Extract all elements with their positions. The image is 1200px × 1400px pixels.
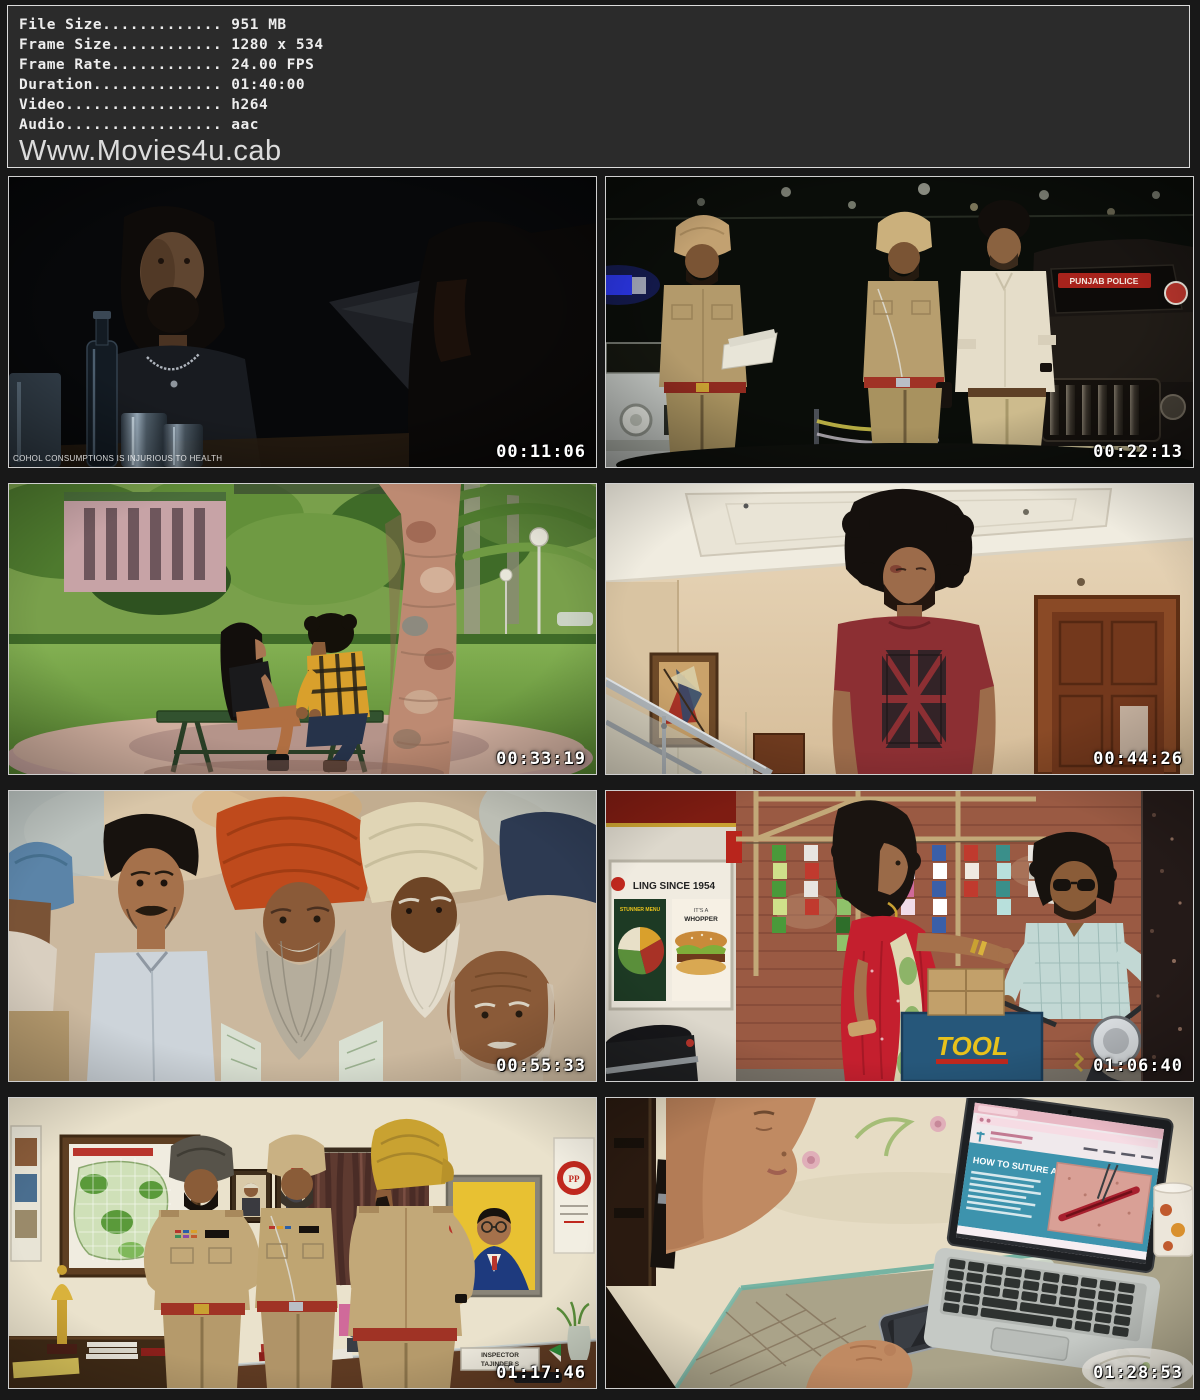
scene-night-bar-illustration [9, 177, 596, 467]
screenshot-2-night-police: PUNJAB POLICE PB 23D 9170 [605, 176, 1194, 468]
scene-park-bench-illustration [9, 484, 596, 774]
screenshot-1-night-bar: COHOL CONSUMPTIONS IS INJURIOUS TO HEALT… [8, 176, 597, 468]
scene-laptop-illustration: HOW TO SUTURE A WOUND [606, 1098, 1193, 1388]
file-info-line-duration: Duration.............. 01:40:00 [19, 75, 1189, 95]
file-info-line-framerate: Frame Rate............ 24.00 FPS [19, 55, 1189, 75]
file-info-line-filesize: File Size............. 951 MB [19, 15, 1189, 35]
scene-indoor-man-illustration [606, 484, 1193, 774]
timestamp-overlay-8: 01:28:53 [1093, 1363, 1183, 1383]
screenshot-8-laptop: HOW TO SUTURE A WOUND [605, 1097, 1194, 1389]
screenshot-6-street-market: LING SINCE 1954 STUNNER MENU IT'S A WHOP… [605, 790, 1194, 1082]
timestamp-overlay-7: 01:17:46 [496, 1363, 586, 1383]
scene-street-market-illustration: LING SINCE 1954 STUNNER MENU IT'S A WHOP… [606, 791, 1193, 1081]
timestamp-overlay-1: 00:11:06 [496, 442, 586, 462]
scene-turban-crowd-illustration [9, 791, 596, 1081]
file-info-panel: File Size............. 951 MB Frame Size… [7, 5, 1190, 168]
timestamp-overlay-4: 00:44:26 [1093, 749, 1183, 769]
screenshot-5-crowd: 00:55:33 [8, 790, 597, 1082]
health-warning-caption: COHOL CONSUMPTIONS IS INJURIOUS TO HEALT… [13, 454, 222, 463]
timestamp-overlay-6: 01:06:40 [1093, 1056, 1183, 1076]
screenshot-7-police-office: PP [8, 1097, 597, 1389]
file-info-line-framesize: Frame Size............ 1280 x 534 [19, 35, 1189, 55]
scene-police-office-illustration: PP [9, 1098, 596, 1388]
screenshot-4-indoor-man: 00:44:26 [605, 483, 1194, 775]
site-watermark: Www.Movies4u.cab [19, 135, 1189, 168]
file-info-line-video: Video................. h264 [19, 95, 1189, 115]
screenshot-3-park-bench: 00:33:19 [8, 483, 597, 775]
scene-night-police-illustration: PUNJAB POLICE PB 23D 9170 [606, 177, 1193, 467]
timestamp-overlay-2: 00:22:13 [1093, 442, 1183, 462]
file-info-line-audio: Audio................. aac [19, 115, 1189, 135]
timestamp-overlay-3: 00:33:19 [496, 749, 586, 769]
timestamp-overlay-5: 00:55:33 [496, 1056, 586, 1076]
